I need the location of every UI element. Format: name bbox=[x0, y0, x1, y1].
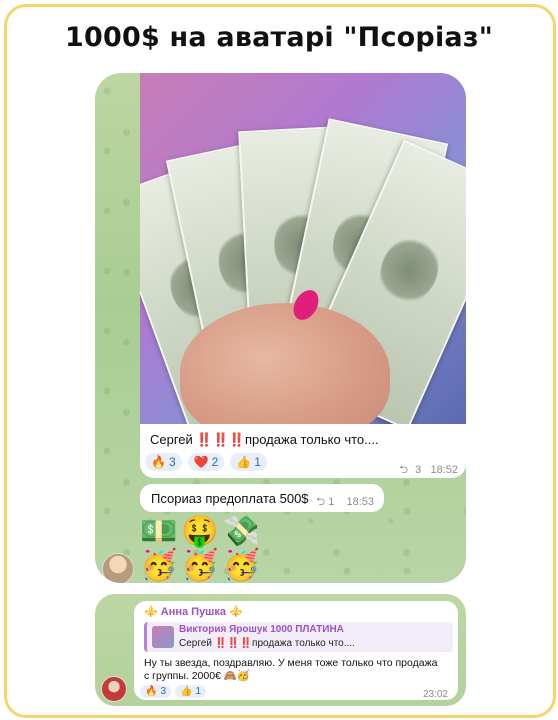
chat-screenshot-1: Сергей ‼️‼️‼️продажа только что.... 🔥 3 … bbox=[95, 73, 466, 583]
thumbs-up-icon: 👍 bbox=[180, 686, 193, 697]
reactions-bar: 🔥 3 👍 1 bbox=[140, 685, 207, 698]
reaction-count: 3 bbox=[160, 686, 167, 697]
fire-icon: 🔥 bbox=[151, 455, 166, 469]
reaction-count: 2 bbox=[211, 455, 219, 469]
fire-icon: 🔥 bbox=[145, 686, 158, 697]
quoted-sender: Виктория Ярошук 1000 ПЛАТИНА bbox=[179, 624, 344, 635]
timestamp: 18:53 bbox=[346, 496, 374, 508]
reactions-bar: 🔥 3 ❤️ 2 👍 1 bbox=[145, 453, 267, 471]
reply-message-bubble[interactable]: ⚜️ Анна Пушка ⚜️ Виктория Ярошук 1000 ПЛ… bbox=[134, 601, 458, 700]
heart-icon: ❤️ bbox=[193, 455, 209, 469]
reaction-count: 3 bbox=[168, 455, 176, 469]
money-photo[interactable] bbox=[140, 73, 466, 424]
message-meta: ⮌ 3 18:52 bbox=[399, 461, 458, 478]
photo-message-bubble[interactable]: Сергей ‼️‼️‼️продажа только что.... 🔥 3 … bbox=[140, 73, 466, 478]
reaction-count: 1 bbox=[254, 455, 261, 469]
message-text: Псориаз предоплата 500$ bbox=[151, 491, 309, 506]
avatar[interactable] bbox=[101, 676, 127, 702]
headline: 1000$ на аватарі "Псоріаз" bbox=[65, 22, 493, 53]
message-text: Ну ты звезда, поздравляю. У меня тоже то… bbox=[144, 657, 438, 682]
flying-money-icon: 💸 bbox=[222, 515, 261, 548]
reply-arrow-icon[interactable]: ⮌ bbox=[316, 496, 325, 508]
reaction-fire[interactable]: 🔥 3 bbox=[140, 685, 172, 698]
reaction-thumbs-up[interactable]: 👍 1 bbox=[175, 685, 207, 698]
thumbs-up-icon: 👍 bbox=[236, 455, 252, 469]
party-face-icon: 🥳 bbox=[140, 549, 178, 582]
reply-count[interactable]: 1 bbox=[328, 496, 334, 508]
text-message-bubble[interactable]: Псориаз предоплата 500$ ⮌ 1 18:53 bbox=[140, 484, 384, 512]
quoted-thumbnail bbox=[152, 626, 174, 648]
reply-arrow-icon[interactable]: ⮌ bbox=[399, 464, 408, 476]
reply-count[interactable]: 3 bbox=[415, 464, 421, 476]
reaction-count: 1 bbox=[195, 686, 202, 697]
avatar[interactable] bbox=[102, 553, 134, 583]
dollar-bills-icon: 💵 bbox=[140, 515, 178, 548]
reaction-fire[interactable]: 🔥 3 bbox=[145, 453, 182, 471]
chat-screenshot-2: ⚜️ Анна Пушка ⚜️ Виктория Ярошук 1000 ПЛ… bbox=[95, 594, 466, 706]
emoji-message[interactable]: 🥳 🥳 🥳 bbox=[140, 549, 260, 583]
money-mouth-face-icon: 🤑 bbox=[181, 515, 219, 548]
emoji-message[interactable]: 💵 🤑 💸 bbox=[140, 515, 260, 549]
quoted-message[interactable]: Виктория Ярошук 1000 ПЛАТИНА Сергей ‼️‼️… bbox=[144, 622, 453, 652]
sender-name[interactable]: ⚜️ Анна Пушка ⚜️ bbox=[144, 605, 243, 618]
message-meta: ⮌ 1 18:53 bbox=[316, 493, 374, 512]
photo-caption: Сергей ‼️‼️‼️продажа только что.... bbox=[150, 432, 379, 447]
reaction-thumbs-up[interactable]: 👍 1 bbox=[230, 453, 267, 471]
reaction-heart[interactable]: ❤️ 2 bbox=[187, 453, 225, 471]
timestamp: 23:02 bbox=[422, 689, 448, 700]
timestamp: 18:52 bbox=[430, 464, 458, 476]
party-face-icon: 🥳 bbox=[181, 549, 219, 582]
quoted-text: Сергей ‼️‼️‼️продажа только что.... bbox=[179, 638, 355, 649]
party-face-icon: 🥳 bbox=[222, 549, 261, 582]
